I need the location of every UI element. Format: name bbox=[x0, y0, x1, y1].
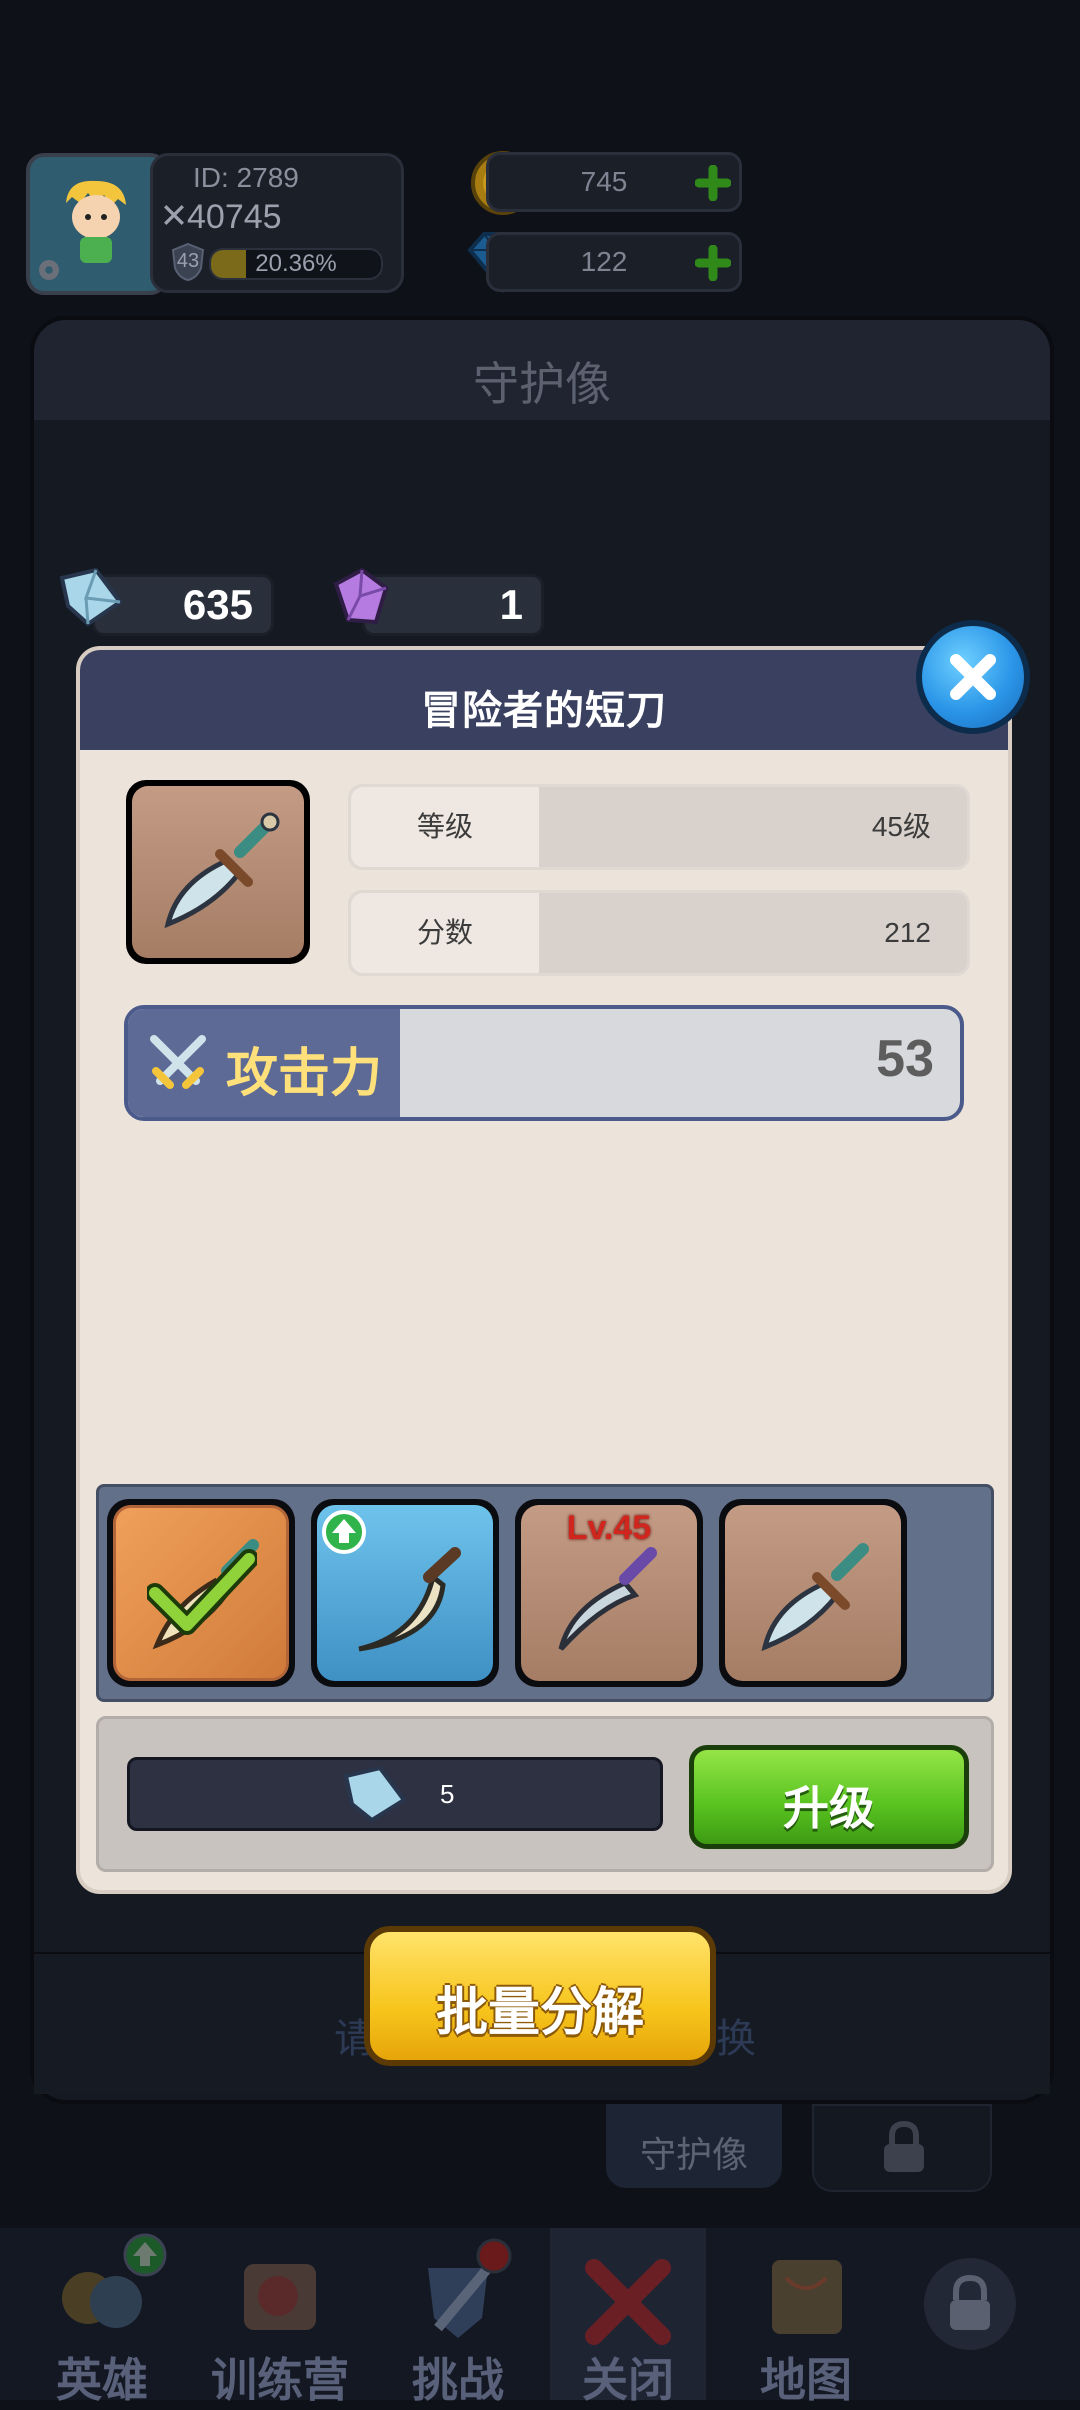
tab-guardian[interactable]: 守护像 bbox=[606, 2104, 782, 2188]
material-slot-3[interactable]: Lv.45 bbox=[515, 1499, 703, 1687]
item-icon-card bbox=[126, 780, 310, 964]
notification-dot-icon bbox=[476, 2238, 512, 2274]
batch-decompose-button[interactable]: 批量分解 bbox=[364, 1926, 716, 2066]
dialog-title: 冒险者的短刀 bbox=[421, 689, 667, 733]
add-diamond-plus-icon[interactable] bbox=[695, 245, 731, 281]
material-slot-2[interactable] bbox=[311, 1499, 499, 1687]
nav-label-close: 关闭 bbox=[582, 2354, 674, 2406]
player-avatar[interactable] bbox=[26, 153, 168, 295]
upgrade-cost-area: 5 升级 bbox=[96, 1716, 994, 1872]
settings-gear-icon[interactable] bbox=[34, 255, 64, 285]
upgrade-button-label: 升级 bbox=[783, 1782, 875, 1834]
stat-label-level: 等级 bbox=[416, 811, 473, 842]
player-info-panel: ID: 2789 40745 43 20.36% bbox=[150, 153, 404, 293]
item-level-badge: Lv.45 bbox=[566, 1509, 652, 1547]
map-scroll-icon bbox=[772, 2260, 842, 2334]
attack-stat-bar: 攻击力 53 bbox=[124, 1005, 964, 1121]
nav-label-map: 地图 bbox=[760, 2354, 852, 2406]
material-slot-4[interactable] bbox=[719, 1499, 907, 1687]
close-x-icon bbox=[585, 2259, 671, 2345]
upgrade-cost-value: 5 bbox=[440, 1779, 455, 1809]
purple-crystal-value: 1 bbox=[499, 581, 523, 628]
batch-decompose-label: 批量分解 bbox=[435, 1984, 644, 2042]
upgrade-arrow-icon bbox=[322, 1510, 366, 1554]
blue-crystal-value: 635 bbox=[182, 581, 253, 628]
diamond-value: 122 bbox=[580, 246, 628, 277]
nav-label-challenge: 挑战 bbox=[412, 2354, 504, 2406]
close-dialog-button[interactable] bbox=[916, 620, 1030, 734]
upgrade-arrow-icon bbox=[123, 2233, 167, 2277]
exp-percent: 20.36% bbox=[255, 250, 337, 277]
nav-item-locked[interactable] bbox=[890, 2228, 1070, 2400]
short-blade-icon bbox=[761, 1543, 869, 1652]
nav-label-training-camp: 训练营 bbox=[211, 2354, 349, 2406]
stat-value-score: 212 bbox=[884, 917, 931, 948]
guardian-window-title: 守护像 bbox=[473, 358, 611, 410]
item-detail-dialog: 冒险者的短刀 等级 45级 分数 212 攻击力 53 Lv.45 5 升级 bbox=[76, 646, 1012, 1894]
exp-bar: 20.36% bbox=[209, 248, 383, 280]
gold-value: 745 bbox=[580, 166, 628, 197]
lock-icon bbox=[884, 2120, 924, 2172]
nav-item-map[interactable]: 地图 bbox=[716, 2228, 896, 2406]
player-level: 43 bbox=[176, 250, 200, 272]
material-list: Lv.45 bbox=[96, 1484, 994, 1702]
add-gold-plus-icon[interactable] bbox=[695, 165, 731, 201]
nav-item-challenge[interactable]: 挑战 bbox=[368, 2228, 548, 2406]
stat-row-level: 等级 45级 bbox=[348, 784, 970, 870]
nav-label-heroes: 英雄 bbox=[56, 2354, 148, 2406]
checkmark-icon bbox=[147, 1549, 257, 1635]
crossed-swords-icon bbox=[150, 1035, 206, 1089]
blue-crystal-icon bbox=[59, 567, 123, 627]
attack-value: 53 bbox=[876, 1030, 934, 1088]
guardian-window-header: 守护像 bbox=[34, 320, 1050, 420]
nav-item-training-camp[interactable]: 训练营 bbox=[190, 2228, 370, 2406]
attack-label: 攻击力 bbox=[226, 1045, 383, 1103]
close-icon bbox=[950, 654, 996, 700]
player-id: ID: 2789 bbox=[193, 162, 299, 193]
stat-label-score: 分数 bbox=[416, 917, 473, 948]
short-blade-icon bbox=[164, 812, 280, 929]
purple-crystal-icon bbox=[333, 567, 389, 625]
gold-panel: 745 bbox=[486, 152, 742, 212]
blue-crystal-icon bbox=[343, 1765, 407, 1823]
player-power: 40745 bbox=[187, 198, 282, 236]
upgrade-button[interactable]: 升级 bbox=[689, 1745, 969, 1849]
tab-guardian-label: 守护像 bbox=[639, 2134, 748, 2175]
stat-row-score: 分数 212 bbox=[348, 890, 970, 976]
nav-item-heroes[interactable]: 英雄 bbox=[12, 2228, 192, 2406]
upgrade-cost-bar: 5 bbox=[127, 1757, 663, 1831]
power-swords-icon bbox=[164, 205, 184, 225]
locked-feature-icon bbox=[924, 2258, 1016, 2350]
target-icon bbox=[244, 2264, 316, 2330]
material-slot-selected[interactable] bbox=[107, 1499, 295, 1687]
diamond-panel: 122 bbox=[486, 232, 742, 292]
hero-portrait-icon bbox=[66, 180, 126, 263]
stat-value-level: 45级 bbox=[871, 811, 931, 842]
item-icon-background bbox=[132, 786, 304, 958]
tab-locked[interactable] bbox=[812, 2104, 992, 2192]
nav-item-close[interactable]: 关闭 bbox=[550, 2228, 706, 2406]
dialog-header: 冒险者的短刀 bbox=[80, 650, 1008, 750]
guardian-footer-text-right: 换 bbox=[716, 2017, 758, 2061]
bottom-navigation: 英雄 训练营 挑战 关闭 地图 bbox=[0, 2228, 1080, 2406]
